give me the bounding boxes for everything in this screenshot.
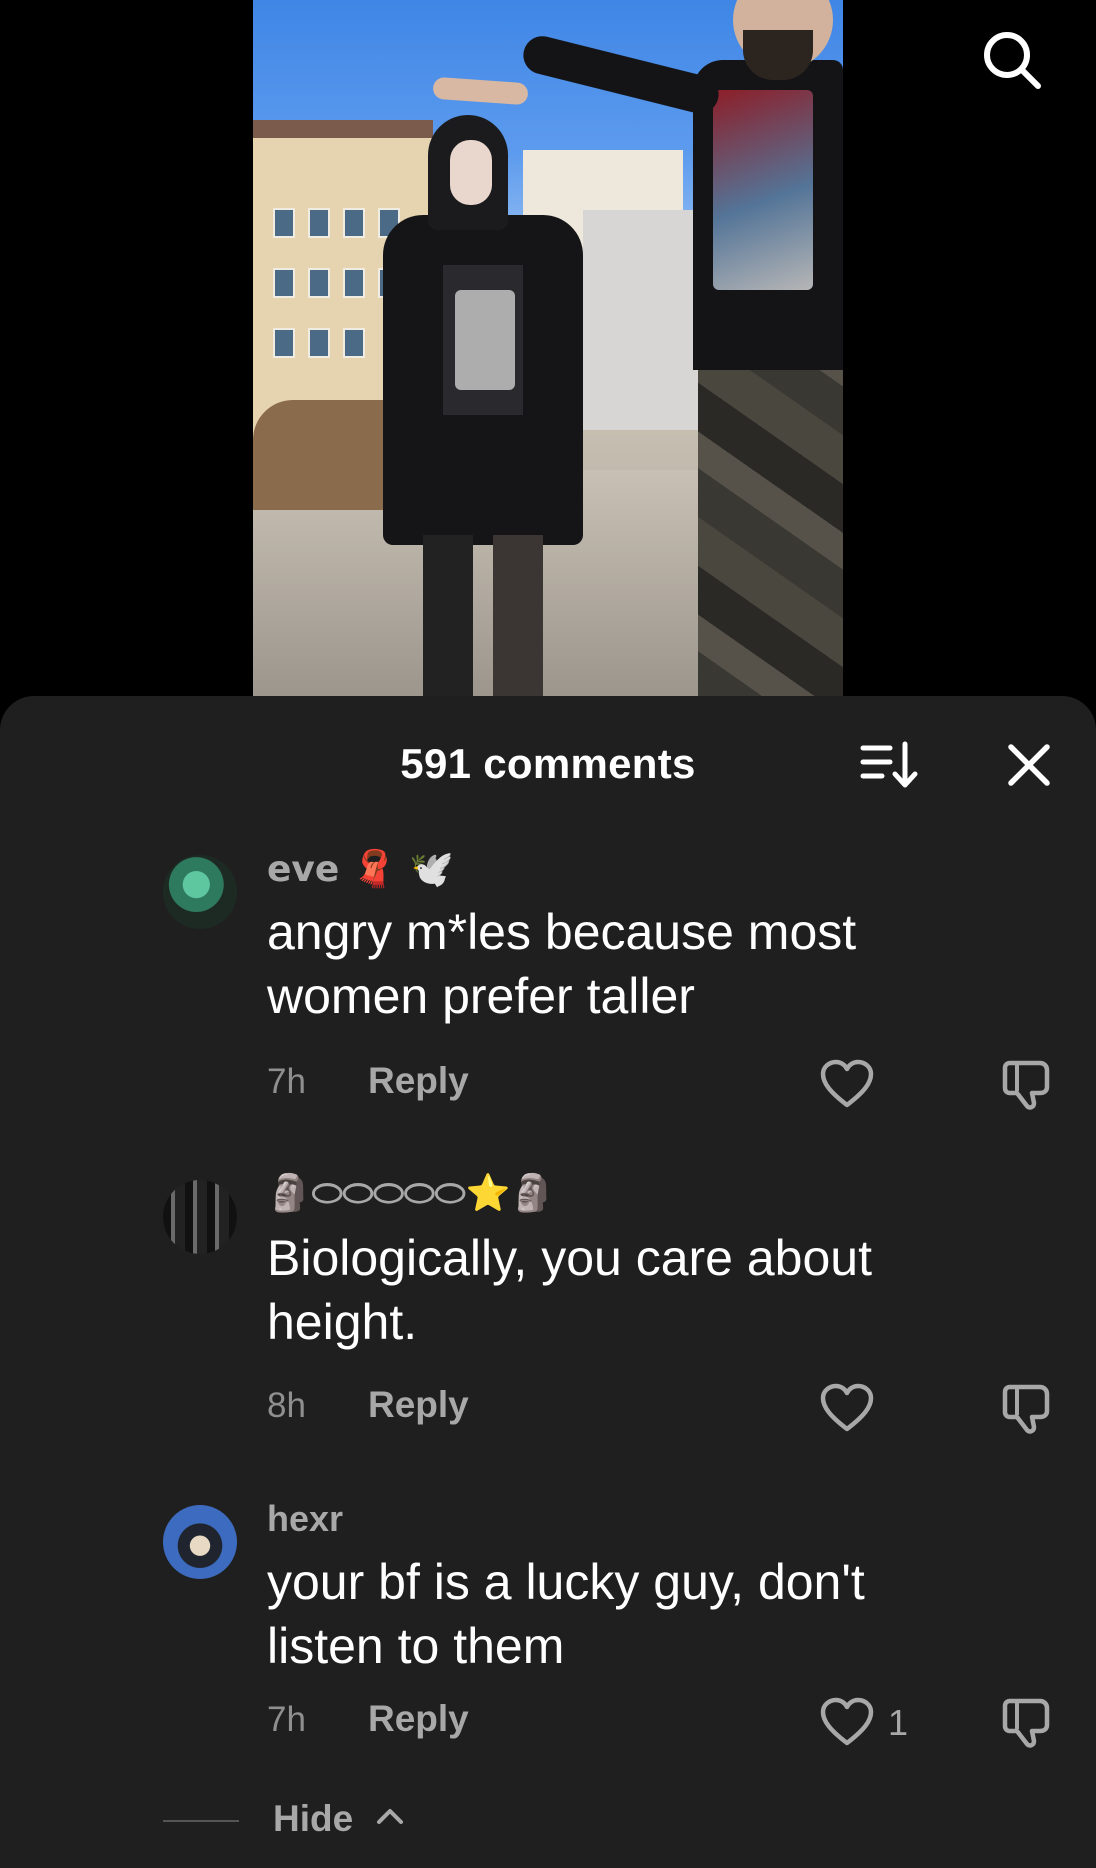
dislike-icon[interactable] [994, 1052, 1064, 1116]
close-icon[interactable] [996, 732, 1062, 798]
comment-username[interactable]: eve 🧣 🕊️ [267, 848, 454, 890]
avatar[interactable] [163, 1180, 237, 1254]
dislike-icon[interactable] [994, 1690, 1064, 1754]
search-icon[interactable] [976, 24, 1048, 96]
hide-replies-button[interactable]: Hide [163, 1798, 463, 1842]
reply-button[interactable]: Reply [368, 1384, 469, 1426]
avatar[interactable] [163, 855, 237, 929]
comment-timestamp: 8h [267, 1386, 306, 1425]
comment-username[interactable]: hexr [267, 1498, 343, 1540]
video-person-left [383, 115, 583, 700]
like-count: 1 [888, 1702, 909, 1743]
reply-button[interactable]: Reply [368, 1060, 469, 1102]
dislike-icon[interactable] [994, 1376, 1064, 1440]
comment-timestamp: 7h [267, 1700, 306, 1739]
chevron-up-icon [375, 1804, 405, 1833]
divider [163, 1820, 239, 1822]
like-icon[interactable] [820, 1690, 890, 1754]
reply-button[interactable]: Reply [368, 1698, 469, 1740]
video-player[interactable] [253, 0, 843, 700]
comment-username[interactable]: 🗿⬭⬭⬭⬭⬭⭐🗿 [267, 1172, 555, 1215]
like-icon[interactable] [820, 1376, 890, 1440]
comment-text: your bf is a lucky guy, don't listen to … [267, 1554, 865, 1674]
comment-text: angry m*les because most women prefer ta… [267, 904, 857, 1024]
comment-text: Biologically, you care about height. [267, 1230, 872, 1350]
video-person-right [432, 0, 843, 700]
screen: 591 comments eve 🧣 🕊️ angry m*les becaus… [0, 0, 1096, 1868]
comments-count-title: 591 comments [400, 740, 696, 787]
hide-replies-label: Hide [273, 1798, 354, 1839]
like-icon[interactable] [820, 1052, 890, 1116]
comment-timestamp: 7h [267, 1062, 306, 1101]
avatar[interactable] [163, 1505, 237, 1579]
sort-icon[interactable] [856, 732, 922, 798]
